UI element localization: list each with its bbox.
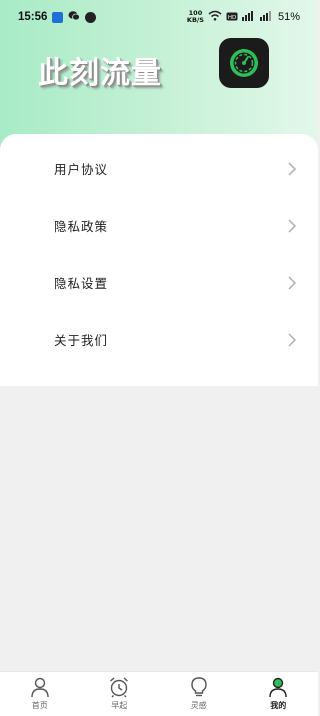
menu-item-label: 用户协议 bbox=[54, 162, 109, 177]
lightbulb-icon bbox=[191, 677, 207, 697]
chevron-right-icon bbox=[288, 332, 297, 347]
notification-icon bbox=[85, 11, 97, 23]
menu-item-label: 隐私设置 bbox=[54, 276, 109, 291]
bottom-tab-bar: 首页 早起 灵感 我的 bbox=[0, 671, 318, 716]
chevron-right-icon bbox=[288, 275, 297, 290]
wifi-icon bbox=[208, 10, 222, 24]
menu-item-privacy-settings[interactable]: 隐私设置 bbox=[0, 254, 318, 311]
speedometer-icon bbox=[230, 49, 258, 77]
tab-label: 首页 bbox=[31, 701, 48, 710]
tab-label: 灵感 bbox=[190, 701, 207, 710]
network-speed-unit: KB/S bbox=[186, 16, 204, 24]
svg-text:HD: HD bbox=[228, 14, 236, 20]
tab-label: 我的 bbox=[270, 701, 287, 710]
chevron-right-icon bbox=[288, 218, 297, 233]
signal-icon bbox=[241, 10, 256, 24]
tab-mine[interactable]: 我的 bbox=[239, 672, 319, 716]
status-right: 100 KB/S HD 51% bbox=[187, 10, 300, 24]
battery-level: 51% bbox=[277, 11, 300, 23]
menu-item-privacy-policy[interactable]: 隐私政策 bbox=[0, 197, 318, 254]
signal-icon-2 bbox=[259, 10, 274, 24]
network-speed: 100 KB/S bbox=[187, 10, 204, 24]
person-active-icon bbox=[269, 677, 287, 698]
app-notification-icon bbox=[52, 11, 64, 23]
menu-item-label: 隐私政策 bbox=[54, 219, 109, 234]
app-title: 此刻流量 bbox=[38, 56, 162, 91]
alarm-clock-icon bbox=[110, 677, 129, 698]
tab-label: 早起 bbox=[111, 701, 128, 710]
app-logo bbox=[219, 38, 269, 88]
status-bar: 15:56 100 KB/S HD 51% bbox=[0, 0, 318, 34]
hd-icon: HD bbox=[226, 11, 238, 24]
menu-item-label: 关于我们 bbox=[54, 333, 109, 348]
tab-early-rise[interactable]: 早起 bbox=[80, 672, 160, 716]
tab-home[interactable]: 首页 bbox=[0, 672, 80, 716]
person-icon bbox=[31, 677, 49, 698]
menu-item-user-agreement[interactable]: 用户协议 bbox=[0, 140, 318, 197]
menu-item-about-us[interactable]: 关于我们 bbox=[0, 311, 318, 368]
chevron-right-icon bbox=[288, 161, 297, 176]
status-left: 15:56 bbox=[18, 10, 97, 24]
settings-card: 用户协议 隐私政策 隐私设置 关于我们 bbox=[0, 134, 318, 386]
status-time: 15:56 bbox=[18, 11, 48, 23]
tab-inspiration[interactable]: 灵感 bbox=[159, 672, 239, 716]
wechat-icon bbox=[68, 10, 81, 24]
